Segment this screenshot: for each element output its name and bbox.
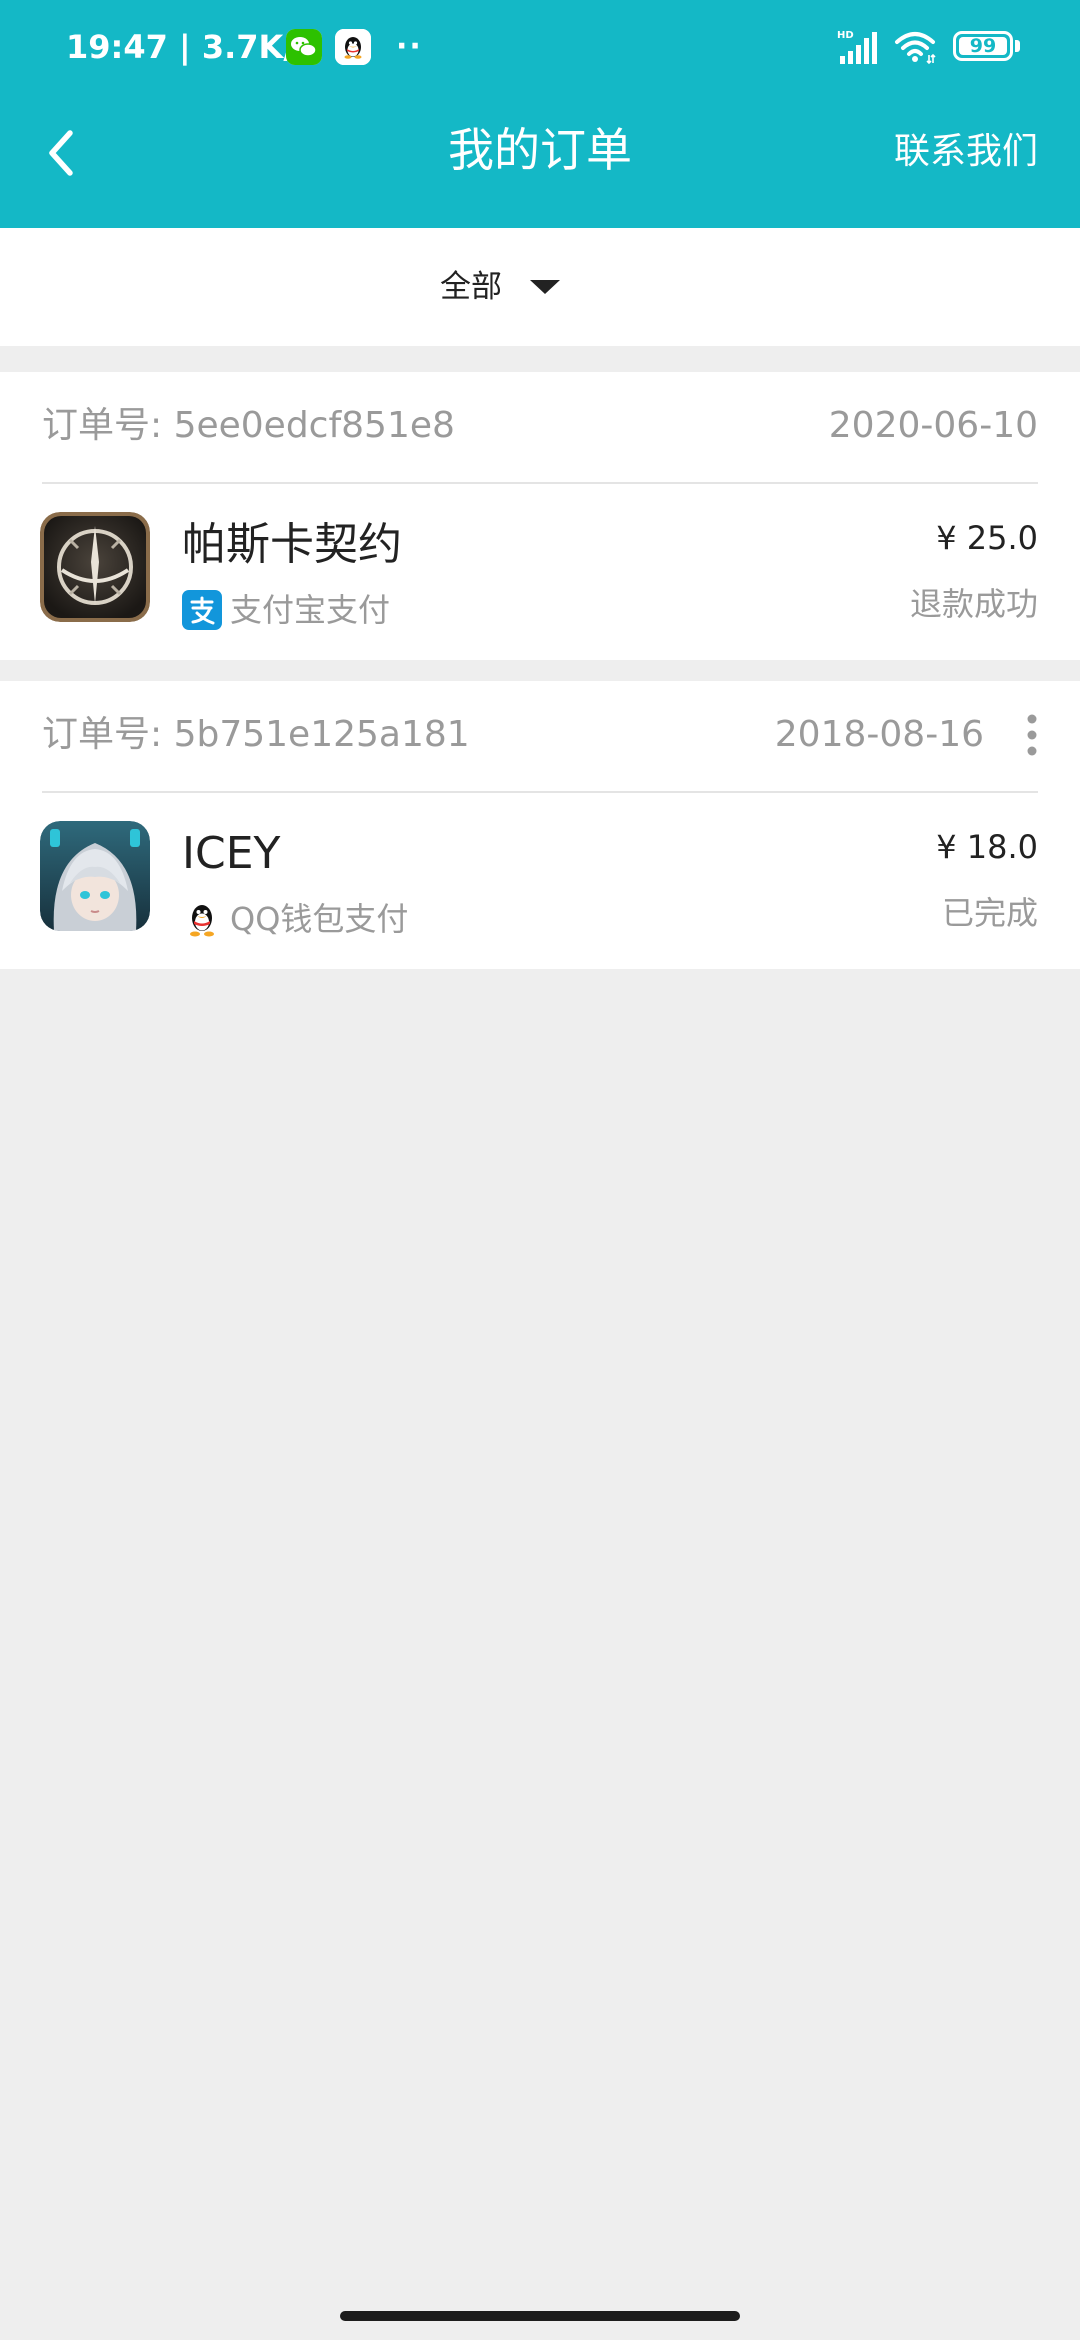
order-date: 2018-08-16 xyxy=(774,714,984,755)
order-filter-dropdown[interactable]: 全部 xyxy=(440,260,560,314)
status-time: 19:47 | 3.7K/s xyxy=(66,28,315,66)
payment-label: 支付宝支付 xyxy=(230,591,391,629)
signal-badge: HD xyxy=(837,30,854,41)
game-icon-pascals-wager xyxy=(40,512,150,622)
app-bar: 我的订单 联系我们 xyxy=(0,95,1080,228)
order-card[interactable]: 订单号: 5b751e125a181 2018-08-16 ICEY QQ钱包支… xyxy=(0,681,1080,969)
header: 19:47 | 3.7K/s ·· HD 99 我的订单 联系我们 xyxy=(0,0,1080,228)
filter-bar: 全部 xyxy=(0,228,1080,346)
signal-icon: HD xyxy=(836,28,880,66)
game-title: 帕斯卡契约 xyxy=(182,519,402,570)
filter-selected-label: 全部 xyxy=(440,269,502,305)
battery-level: 99 xyxy=(969,35,997,57)
home-indicator[interactable] xyxy=(340,2311,740,2321)
payment-label: QQ钱包支付 xyxy=(230,900,409,938)
game-icon-icey xyxy=(40,821,150,931)
game-title: ICEY xyxy=(182,828,281,879)
chevron-left-icon xyxy=(49,130,73,176)
qq-penguin-icon xyxy=(190,905,214,937)
battery-indicator: 99 xyxy=(953,31,1013,61)
card-divider xyxy=(42,482,1038,484)
order-date: 2020-06-10 xyxy=(828,405,1038,446)
alipay-icon xyxy=(182,590,222,630)
back-button[interactable] xyxy=(32,123,92,183)
wechat-icon xyxy=(286,29,322,65)
page-title: 我的订单 xyxy=(448,123,632,177)
vertical-dots-icon[interactable] xyxy=(1020,711,1044,759)
order-price: ¥ 25.0 xyxy=(936,519,1038,557)
payment-method: QQ钱包支付 xyxy=(182,897,408,941)
wifi-icon xyxy=(893,28,937,66)
payment-method: 支付宝支付 xyxy=(182,588,390,632)
order-card[interactable]: 订单号: 5ee0edcf851e8 2020-06-10 帕斯卡契约 支付宝支… xyxy=(0,372,1080,660)
triangle-down-icon xyxy=(530,280,560,294)
status-more-notifications: ·· xyxy=(396,29,423,64)
order-id: 订单号: 5ee0edcf851e8 xyxy=(42,405,455,446)
qq-icon xyxy=(335,29,371,65)
order-id: 订单号: 5b751e125a181 xyxy=(42,714,470,755)
order-status: 退款成功 xyxy=(909,585,1038,623)
battery-tip xyxy=(1015,40,1020,52)
order-price: ¥ 18.0 xyxy=(936,828,1038,866)
order-status: 已完成 xyxy=(941,894,1038,932)
contact-us-button[interactable]: 联系我们 xyxy=(894,125,1038,179)
status-bar: 19:47 | 3.7K/s ·· HD 99 xyxy=(0,0,1080,95)
order-list-screen: 19:47 | 3.7K/s ·· HD 99 我的订单 联系我们 全部 订单号… xyxy=(0,0,1080,2340)
card-divider xyxy=(42,791,1038,793)
